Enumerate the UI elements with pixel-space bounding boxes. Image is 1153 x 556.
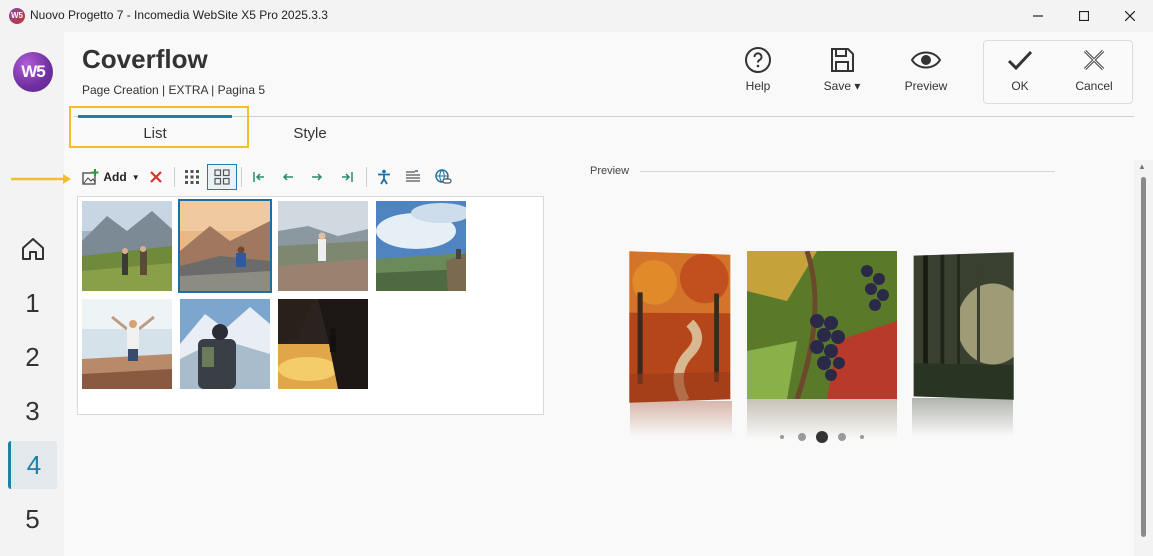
maximize-button[interactable] [1061,0,1107,32]
maximize-icon [1079,11,1089,21]
help-button[interactable]: Help [728,46,788,102]
help-icon [745,47,771,73]
accessibility-icon [378,169,390,185]
scrollbar-thumb[interactable] [1141,177,1146,537]
move-last-button[interactable] [336,164,358,190]
move-last-icon [342,172,353,182]
sidebar-item-2[interactable]: 2 [8,333,57,381]
image-thumbnail [278,201,368,291]
add-label: Add [103,170,127,184]
slide-image [747,251,897,399]
preview-button[interactable]: Preview [896,46,956,102]
save-label: Save ▾ [823,79,861,93]
save-button[interactable]: Save ▾ [812,46,872,102]
sidebar-item-1[interactable]: 1 [8,279,57,327]
tab-highlight-box [69,106,249,148]
toolbar-separator [241,167,242,187]
minimize-button[interactable] [1015,0,1061,32]
toolbar-separator [174,167,175,187]
slide-reflection [630,401,732,437]
delete-icon [150,171,162,183]
arrow-indicator-icon [11,174,71,184]
pagination-dot[interactable] [838,433,846,441]
thumbnail-hiker-cliff[interactable] [278,201,368,291]
large-grid-icon [214,169,230,185]
home-icon [21,238,44,260]
minimize-icon [1033,15,1043,17]
image-thumbnail [376,201,466,291]
toolbar-separator [366,167,367,187]
thumbnail-backpacker-snow[interactable] [180,299,270,389]
pagination-dot[interactable] [860,435,864,439]
save-icon [831,48,854,72]
eye-icon [910,51,942,69]
preview-label: Preview [904,79,948,93]
check-icon [1007,50,1033,71]
cancel-label: Cancel [1075,79,1113,93]
page-title: Coverflow [82,44,208,74]
app-icon: W5 [9,8,25,24]
delete-button[interactable] [146,164,166,190]
image-thumbnail [180,299,270,389]
preview-divider [640,171,1055,172]
title-bar: W5 Nuovo Progetto 7 - Incomedia WebSite … [0,0,1153,32]
help-label: Help [745,79,771,93]
close-icon [1125,11,1135,21]
ok-label: OK [1011,79,1029,93]
sidebar-item-home[interactable] [8,225,57,273]
breadcrumb: Page Creation | EXTRA | Pagina 5 [82,83,266,97]
preview-heading: Preview [590,165,630,177]
ok-button[interactable]: OK [990,46,1050,102]
large-grid-view-button[interactable] [207,164,237,190]
pagination-dot[interactable] [780,435,784,439]
image-thumbnail [82,201,172,291]
cancel-icon [1083,49,1105,71]
cancel-button[interactable]: Cancel [1064,46,1124,102]
thumbnail-hiker-sky[interactable] [376,201,466,291]
arrow-left-icon [282,173,293,181]
chevron-down-icon: ▼ [131,172,140,182]
slide-image [913,252,1014,400]
slide-reflection [912,398,1013,436]
thumbnail-climber-sunset[interactable] [278,299,368,389]
thumbnail-hikers-meadow[interactable] [82,201,172,291]
close-window-button[interactable] [1107,0,1153,32]
window-title: Nuovo Progetto 7 - Incomedia WebSite X5 … [30,8,328,22]
pagination-dot[interactable] [798,433,806,441]
thumbnail-woman-sitting-mountain[interactable] [178,199,272,293]
add-image-icon [82,169,99,185]
arrow-right-icon [312,173,323,181]
app-logo: W5 [13,52,53,92]
small-grid-view-button[interactable] [180,164,204,190]
add-button[interactable]: Add ▼ [80,164,142,190]
small-grid-icon [185,170,199,184]
move-right-button[interactable] [306,164,328,190]
sidebar-item-3[interactable]: 3 [8,387,57,435]
coverflow-slide-forest-mist[interactable] [913,252,1014,400]
accessibility-button[interactable] [373,164,395,190]
scroll-up-icon[interactable]: ▲ [1138,162,1146,171]
description-button[interactable] [402,164,424,190]
move-first-button[interactable] [248,164,270,190]
move-first-icon [253,172,264,182]
coverflow-slide-autumn-path[interactable] [629,251,731,403]
link-button[interactable] [432,164,454,190]
sidebar-item-5[interactable]: 5 [8,495,57,543]
sidebar-item-4[interactable]: 4 [8,441,57,489]
text-align-icon [406,170,420,182]
image-thumbnail [82,299,172,389]
link-icon [435,169,452,184]
coverflow-slide-grapes[interactable] [747,251,897,399]
move-left-button[interactable] [277,164,299,190]
thumbnail-woman-arms-open[interactable] [82,299,172,389]
slide-image [629,251,731,403]
image-thumbnail [180,201,270,291]
image-thumbnail [278,299,368,389]
tab-style[interactable]: Style [250,117,370,151]
pagination-dot-active[interactable] [816,431,828,443]
